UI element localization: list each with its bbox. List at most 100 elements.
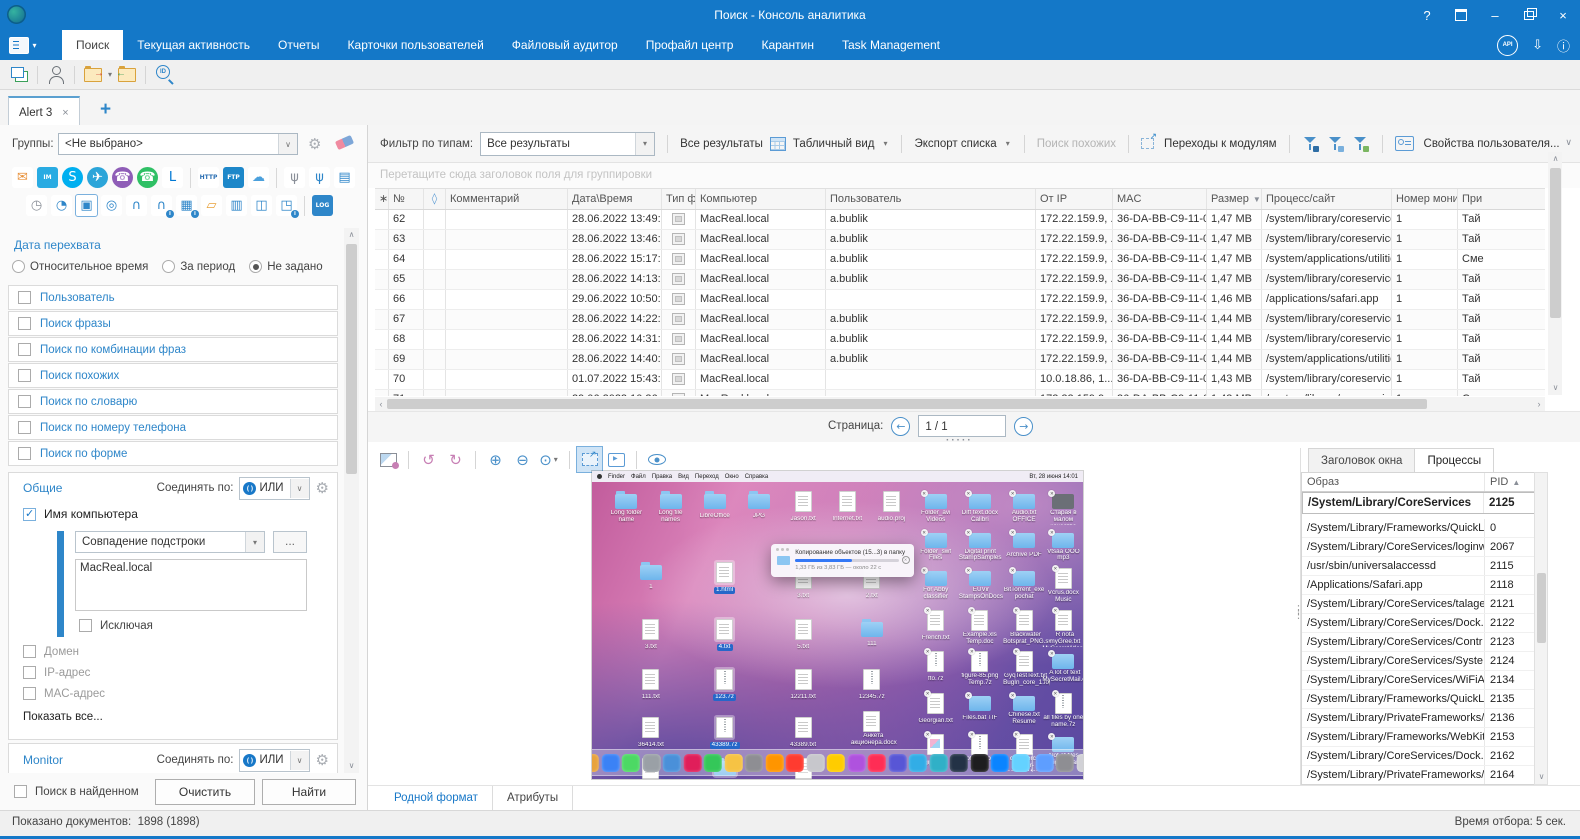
scroll-up-icon[interactable]: ∧ — [1548, 152, 1563, 166]
clear-filters-eraser-icon[interactable] — [334, 134, 355, 151]
scrollbar-thumb[interactable] — [387, 399, 1427, 409]
audio-info-icon[interactable]: ∩ — [151, 195, 174, 218]
import-search-button[interactable] — [114, 62, 140, 88]
table-row[interactable]: 64 28.06.2022 15:17:07 MacReal.local a.b… — [375, 250, 1545, 270]
clipboard-icon[interactable]: ▥ — [226, 195, 247, 216]
sidebar-scrollbar[interactable]: ∧ ∨ — [344, 228, 359, 773]
process-scrollbar[interactable]: ∨ — [1534, 472, 1548, 785]
filter-section-collapsed[interactable]: Поиск по форме — [8, 441, 338, 466]
scroll-down-icon[interactable]: ∨ — [1534, 770, 1549, 784]
log-icon[interactable]: LOG — [312, 195, 333, 216]
checkbox[interactable] — [23, 666, 36, 679]
toolbar-overflow-icon[interactable]: ∨ — [1565, 137, 1572, 148]
export-search-button[interactable] — [80, 62, 106, 88]
process-row[interactable]: /System/Library/Frameworks/QuickLo 0 — [1302, 519, 1536, 538]
col-header-flag[interactable]: ∗ — [375, 189, 389, 209]
go-to-modules-button[interactable]: Переходы к модулям — [1164, 138, 1276, 150]
col-header-pid[interactable]: PID ▲ — [1485, 473, 1536, 491]
network-screens-icon[interactable]: ◫ — [251, 195, 272, 216]
zoom-in-button[interactable]: ⊕ — [483, 447, 508, 472]
process-row[interactable]: /System/Library/CoreServices/loginw 2067 — [1302, 538, 1536, 557]
scrollbar-thumb[interactable] — [1550, 168, 1561, 318]
checkbox[interactable] — [18, 343, 31, 356]
close-button[interactable]: × — [1546, 0, 1580, 30]
filter-section-collapsed[interactable]: Поиск фразы — [8, 311, 338, 336]
table-horizontal-scrollbar[interactable]: ‹ › — [375, 397, 1545, 411]
col-header-reason[interactable]: При — [1458, 189, 1545, 209]
scroll-down-icon[interactable]: ∨ — [1548, 381, 1563, 395]
process-row[interactable]: /System/Library/CoreServices/Dock.. 2122 — [1302, 614, 1536, 633]
find-button[interactable]: Найти — [262, 779, 356, 805]
restore-button[interactable] — [1512, 0, 1546, 30]
col-header-tag[interactable]: ◊ — [424, 189, 446, 209]
usb-icon[interactable]: ψ — [284, 167, 305, 188]
scroll-right-icon[interactable]: › — [1533, 397, 1545, 411]
deploy-icon[interactable]: ⇩ — [1532, 37, 1543, 53]
apps-info-icon[interactable]: ◳ — [276, 195, 299, 218]
table-row[interactable]: 70 01.07.2022 15:43:16 MacReal.local 10.… — [375, 370, 1545, 390]
view-button[interactable] — [644, 447, 669, 472]
filter-by-user-icon[interactable] — [1303, 135, 1319, 152]
info-icon[interactable]: ⓘ — [1557, 36, 1570, 55]
col-header-filetype[interactable]: Тип фа — [662, 189, 696, 209]
process-row[interactable]: /Applications/Safari.app 2118 — [1302, 576, 1536, 595]
process-row[interactable]: /usr/sbin/universalaccessd 2115 — [1302, 557, 1536, 576]
filter-section-collapsed[interactable]: Поиск по номеру телефона — [8, 415, 338, 440]
section-settings-gear-icon[interactable]: ⚙ — [316, 751, 329, 769]
http-icon[interactable]: HTTP — [198, 167, 219, 188]
next-page-button[interactable]: → — [1014, 416, 1034, 436]
whatsapp-icon[interactable]: ☎ — [137, 167, 158, 188]
table-view-button[interactable]: Табличный вид — [793, 138, 875, 150]
preview-format-tab[interactable]: Родной формат — [380, 786, 493, 810]
usb-search-icon[interactable]: ψ — [309, 167, 330, 188]
process-row[interactable]: /System/Library/CoreServices/Syste 2124 — [1302, 652, 1536, 671]
zoom-level-button[interactable]: ⊙ ▾ — [537, 447, 562, 472]
rotate-right-button[interactable]: ↻ — [443, 447, 468, 472]
search-in-found-checkbox[interactable] — [14, 785, 27, 798]
skype-icon[interactable]: S — [62, 167, 83, 188]
filter-section-collapsed[interactable]: Поиск похожих — [8, 363, 338, 388]
keylogger-icon[interactable]: ▦ — [176, 195, 199, 218]
process-row[interactable]: /System/Library/CoreServices/talage 2121 — [1302, 595, 1536, 614]
checkbox[interactable] — [18, 291, 31, 304]
col-header-number[interactable]: № — [389, 189, 424, 209]
section-settings-gear-icon[interactable]: ⚙ — [316, 479, 329, 497]
user-properties-button[interactable]: Свойства пользователя... — [1424, 138, 1560, 150]
mail-icon[interactable]: ✉ — [12, 167, 33, 188]
exclude-checkbox[interactable] — [79, 619, 92, 632]
col-header-comment[interactable]: Комментарий — [446, 189, 568, 209]
checkbox[interactable] — [18, 395, 31, 408]
zoom-out-button[interactable]: ⊖ — [510, 447, 535, 472]
ribbon-tab[interactable]: Поиск — [62, 30, 124, 60]
filter-by-computer-icon[interactable] — [1328, 135, 1344, 152]
ribbon-tab[interactable]: Отчеты — [264, 30, 333, 60]
process-row[interactable]: /System/Library/PrivateFrameworks/ 2136 — [1302, 709, 1536, 728]
ribbon-tab[interactable]: Task Management — [828, 30, 954, 60]
col-header-datetime[interactable]: Дата\Время — [568, 189, 662, 209]
document-tab[interactable]: Alert 3 × — [8, 96, 80, 127]
groups-select[interactable]: <Не выбрано> ∨ — [58, 133, 298, 155]
chevron-down-icon[interactable]: ▾ — [883, 139, 887, 148]
table-row[interactable]: 65 28.06.2022 14:13:12 MacReal.local a.b… — [375, 270, 1545, 290]
date-radio-option[interactable]: За период — [162, 260, 235, 273]
checkbox[interactable] — [18, 421, 31, 434]
add-tab-button[interactable]: + — [100, 100, 111, 120]
join-by-select[interactable]: ( ) ИЛИ ∨ — [239, 476, 310, 500]
checkbox[interactable] — [18, 447, 31, 460]
ribbon-tab[interactable]: Текущая активность — [123, 30, 264, 60]
col-header-process[interactable]: Процесс/сайт — [1262, 189, 1392, 209]
preview-format-tab[interactable]: Атрибуты — [493, 786, 574, 810]
all-results-button[interactable]: Все результаты — [680, 138, 763, 150]
api-icon[interactable]: API — [1497, 34, 1519, 56]
filter-field-row[interactable]: Домен — [23, 645, 105, 658]
table-row[interactable]: 67 28.06.2022 14:22:12 MacReal.local a.b… — [375, 310, 1545, 330]
im-icon[interactable]: IM — [37, 167, 58, 188]
col-header-computer[interactable]: Компьютер — [696, 189, 826, 209]
cloud-icon[interactable]: ☁ — [248, 167, 269, 188]
table-row[interactable]: 62 28.06.2022 13:49:12 MacReal.local a.b… — [375, 210, 1545, 230]
pin-panel-button[interactable] — [1444, 0, 1478, 30]
col-header-image[interactable]: Образ — [1302, 473, 1485, 491]
fit-to-window-button[interactable] — [576, 446, 603, 473]
app-menu-button[interactable]: ▾ — [0, 30, 46, 60]
filter-field-row[interactable]: MAC-адрес — [23, 687, 105, 700]
